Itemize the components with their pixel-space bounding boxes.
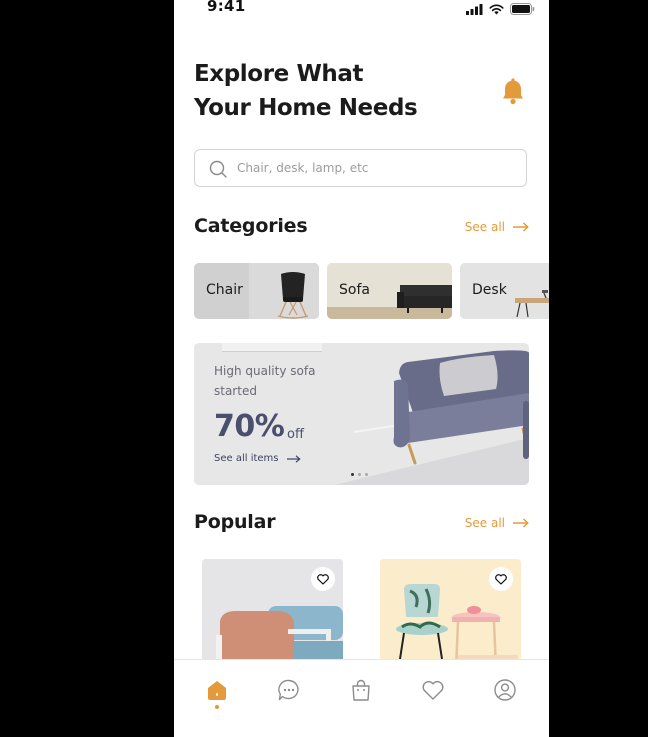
popular-see-all-link[interactable]: See all xyxy=(465,516,529,530)
pagination-dot[interactable] xyxy=(351,473,354,476)
status-bar: 9:41 xyxy=(174,0,549,20)
heart-icon xyxy=(422,680,444,700)
status-time: 9:41 xyxy=(207,0,246,15)
promo-banner[interactable]: High quality sofa started 70% off See al… xyxy=(194,343,529,485)
arrow-right-icon xyxy=(286,454,301,463)
nav-favorites[interactable] xyxy=(420,677,446,703)
category-label: Sofa xyxy=(339,282,370,298)
active-indicator-dot xyxy=(215,705,219,709)
profile-icon xyxy=(494,679,516,701)
bag-icon xyxy=(352,679,370,701)
heart-icon xyxy=(495,573,507,585)
category-sofa[interactable]: Sofa xyxy=(327,263,452,319)
nav-home[interactable] xyxy=(204,677,230,703)
chat-icon xyxy=(278,679,299,701)
bell-icon[interactable] xyxy=(501,78,525,106)
title-line-2: Your Home Needs xyxy=(194,95,418,121)
banner-discount-suffix: off xyxy=(287,427,304,442)
battery-icon xyxy=(510,3,535,15)
arrow-right-icon xyxy=(513,518,529,528)
nav-profile[interactable] xyxy=(492,677,518,703)
search-bar[interactable] xyxy=(194,149,527,187)
category-chair[interactable]: Chair xyxy=(194,263,319,319)
categories-see-all-link[interactable]: See all xyxy=(465,220,529,234)
see-all-label: See all xyxy=(464,516,505,530)
category-label: Desk xyxy=(472,282,507,298)
search-icon xyxy=(209,160,227,178)
nav-cart[interactable] xyxy=(348,677,374,703)
bottom-nav xyxy=(174,659,549,737)
wifi-icon xyxy=(489,4,504,14)
signal-icon xyxy=(466,3,483,15)
page-title: Explore What Your Home Needs xyxy=(194,57,418,125)
pagination-dot[interactable] xyxy=(365,473,368,476)
banner-discount: 70% xyxy=(214,409,285,444)
category-desk[interactable]: Desk xyxy=(460,263,549,319)
banner-see-all-items-link[interactable]: See all items xyxy=(214,453,301,464)
favorite-button[interactable] xyxy=(311,567,335,591)
categories-title: Categories xyxy=(194,215,308,237)
popular-title: Popular xyxy=(194,511,276,533)
arrow-right-icon xyxy=(513,222,529,232)
search-input[interactable] xyxy=(237,150,507,186)
status-icons xyxy=(466,3,535,15)
see-all-label: See all xyxy=(464,220,505,234)
heart-icon xyxy=(317,573,329,585)
favorite-button[interactable] xyxy=(489,567,513,591)
nav-chat[interactable] xyxy=(276,677,302,703)
app-screen: 9:41 Explore What Your Home Needs Chair,… xyxy=(174,0,549,737)
category-label: Chair xyxy=(206,282,243,298)
banner-pagination xyxy=(351,473,368,476)
home-icon xyxy=(208,681,226,700)
banner-subtitle: High quality sofa started xyxy=(214,364,316,398)
pagination-dot[interactable] xyxy=(358,473,361,476)
banner-link-label: See all items xyxy=(214,453,279,464)
category-list: Chair Sofa Desk xyxy=(194,263,549,319)
title-line-1: Explore What xyxy=(194,61,364,87)
